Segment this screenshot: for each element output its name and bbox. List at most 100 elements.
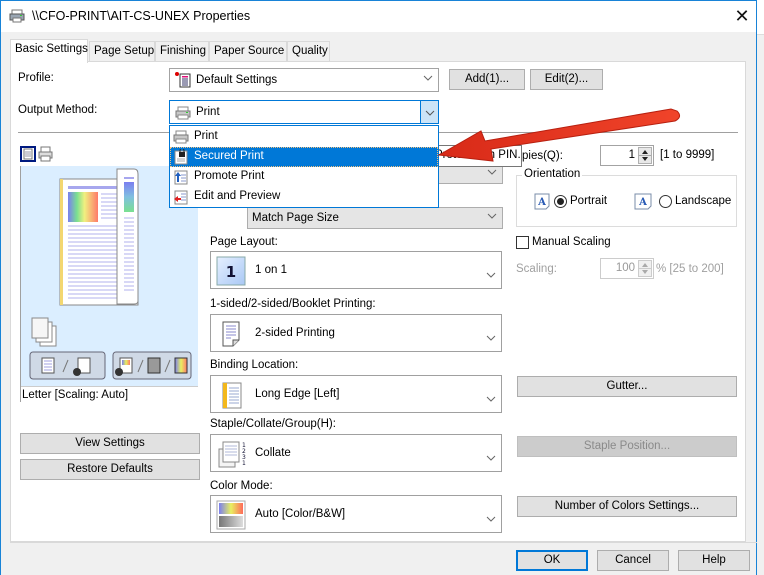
printer-icon xyxy=(175,105,191,121)
option-label: Print xyxy=(194,130,218,142)
output-method-value: Print xyxy=(196,106,220,118)
sided-printing-label: 1-sided/2-sided/Booklet Printing: xyxy=(210,298,376,310)
chevron-down-icon xyxy=(486,450,496,464)
tab-quality[interactable]: Quality xyxy=(287,41,330,61)
option-label: Edit and Preview xyxy=(194,190,281,202)
landscape-radio[interactable] xyxy=(659,195,672,208)
tab-finishing[interactable]: Finishing xyxy=(155,41,209,61)
portrait-radio[interactable] xyxy=(554,195,567,208)
staple-position-button[interactable]: Staple Position... xyxy=(517,436,737,457)
profile-document-icon xyxy=(174,71,192,89)
color-mode-select[interactable]: Auto [Color/B&W] xyxy=(210,495,502,533)
chevron-down-icon xyxy=(486,211,498,225)
view-settings-button[interactable]: View Settings xyxy=(20,433,200,454)
page-layout-select[interactable]: 1 1 on 1 xyxy=(210,251,502,289)
background-window-edge xyxy=(757,0,764,575)
collate-icon: 1231 xyxy=(216,439,246,469)
background-window-body xyxy=(757,34,764,575)
tab-page-setup[interactable]: Page Setup xyxy=(89,41,155,61)
chevron-down-icon xyxy=(486,511,496,525)
help-button[interactable]: Help xyxy=(678,550,750,571)
color-mode-value: Auto [Color/B&W] xyxy=(255,508,346,520)
sided-printing-select[interactable]: 2-sided Printing xyxy=(210,314,502,352)
scaling-spinner[interactable]: 100 xyxy=(600,258,654,279)
dropdown-option-edit-preview[interactable]: Edit and Preview xyxy=(170,187,438,207)
scaling-range: % [25 to 200] xyxy=(656,263,724,275)
properties-dialog: \\CFO-PRINT\AIT-CS-UNEX Properties ✕ Bas… xyxy=(0,0,757,575)
profile-select[interactable]: Default Settings xyxy=(169,68,439,92)
ok-button[interactable]: OK xyxy=(516,550,588,571)
dropdown-option-secured-print[interactable]: Secured Print xyxy=(170,147,438,167)
svg-text:A: A xyxy=(537,197,546,208)
page-view-icon[interactable] xyxy=(20,146,36,162)
lock-document-icon xyxy=(173,148,189,165)
output-size-select[interactable]: Match Page Size xyxy=(247,207,503,229)
output-method-select[interactable]: Print xyxy=(169,100,439,124)
landscape-label: Landscape xyxy=(675,195,732,207)
binding-left-icon xyxy=(216,380,246,410)
svg-text:1: 1 xyxy=(242,460,246,467)
portrait-icon: A xyxy=(534,193,550,210)
staple-collate-value: Collate xyxy=(255,447,291,459)
cancel-button[interactable]: Cancel xyxy=(597,550,669,571)
tab-label: Quality xyxy=(292,45,328,57)
printer-icon xyxy=(9,9,25,23)
staple-collate-label: Staple/Collate/Group(H): xyxy=(210,418,336,430)
tab-label: Page Setup xyxy=(94,45,155,57)
printer-view-icon[interactable] xyxy=(37,146,53,162)
color-mode-label: Color Mode: xyxy=(210,480,273,492)
page-layout-value: 1 on 1 xyxy=(255,264,287,276)
option-label: Promote Print xyxy=(194,170,265,182)
tab-paper-source[interactable]: Paper Source xyxy=(209,41,287,61)
tab-label: Finishing xyxy=(160,45,207,57)
output-method-label: Output Method: xyxy=(18,104,98,116)
sided-printing-value: 2-sided Printing xyxy=(255,327,335,339)
chevron-down-icon xyxy=(422,73,434,87)
edit-profile-button[interactable]: Edit(2)... xyxy=(530,69,603,90)
manual-scaling-checkbox[interactable] xyxy=(516,236,529,249)
gutter-button[interactable]: Gutter... xyxy=(517,376,737,397)
window-title: \\CFO-PRINT\AIT-CS-UNEX Properties xyxy=(32,9,251,23)
scaling-label: Scaling: xyxy=(516,263,557,275)
preview-border xyxy=(20,166,21,402)
number-of-colors-button[interactable]: Number of Colors Settings... xyxy=(517,496,737,517)
paper-size-status: Letter [Scaling: Auto] xyxy=(22,389,129,401)
restore-defaults-button[interactable]: Restore Defaults xyxy=(20,459,200,480)
add-profile-button[interactable]: Add(1)... xyxy=(449,69,525,90)
dropdown-option-print[interactable]: Print xyxy=(170,127,438,147)
close-icon[interactable]: ✕ xyxy=(729,5,755,27)
manual-scaling-label: Manual Scaling xyxy=(532,236,611,248)
title-bar: \\CFO-PRINT\AIT-CS-UNEX Properties ✕ xyxy=(1,1,756,32)
svg-text:A: A xyxy=(638,197,647,208)
binding-location-select[interactable]: Long Edge [Left] xyxy=(210,375,502,413)
chevron-down-icon xyxy=(486,267,496,281)
radio-dot xyxy=(557,198,564,205)
svg-text:1: 1 xyxy=(226,263,236,281)
landscape-icon: A xyxy=(634,193,652,210)
tab-label: Paper Source xyxy=(214,45,285,57)
scaling-value: 100 xyxy=(615,262,635,274)
annotation-arrow xyxy=(437,108,681,162)
portrait-label: Portrait xyxy=(570,195,608,207)
binding-location-label: Binding Location: xyxy=(210,359,299,371)
output-size-value: Match Page Size xyxy=(252,212,339,224)
footer-divider xyxy=(10,542,757,543)
profile-value: Default Settings xyxy=(196,74,278,86)
binding-location-value: Long Edge [Left] xyxy=(255,388,340,400)
profile-label: Profile: xyxy=(18,72,54,84)
printer-icon xyxy=(173,129,189,145)
tab-label: Basic Settings xyxy=(15,43,88,55)
chevron-down-icon xyxy=(486,391,496,405)
staple-collate-select[interactable]: 1231 Collate xyxy=(210,434,502,472)
dropdown-option-promote-print[interactable]: Promote Print xyxy=(170,167,438,187)
color-auto-icon xyxy=(216,500,246,530)
tab-basic-settings[interactable]: Basic Settings xyxy=(10,39,88,63)
spin-arrows[interactable] xyxy=(638,260,652,277)
page-layout-label: Page Layout: xyxy=(210,236,278,248)
promote-icon xyxy=(173,169,189,185)
two-sided-icon xyxy=(216,319,246,349)
chevron-down-icon xyxy=(486,330,496,344)
one-on-one-icon: 1 xyxy=(216,256,246,286)
edit-preview-icon xyxy=(173,189,189,205)
output-method-dropdown: Print Secured Print Promote Print Edit a… xyxy=(169,125,439,208)
